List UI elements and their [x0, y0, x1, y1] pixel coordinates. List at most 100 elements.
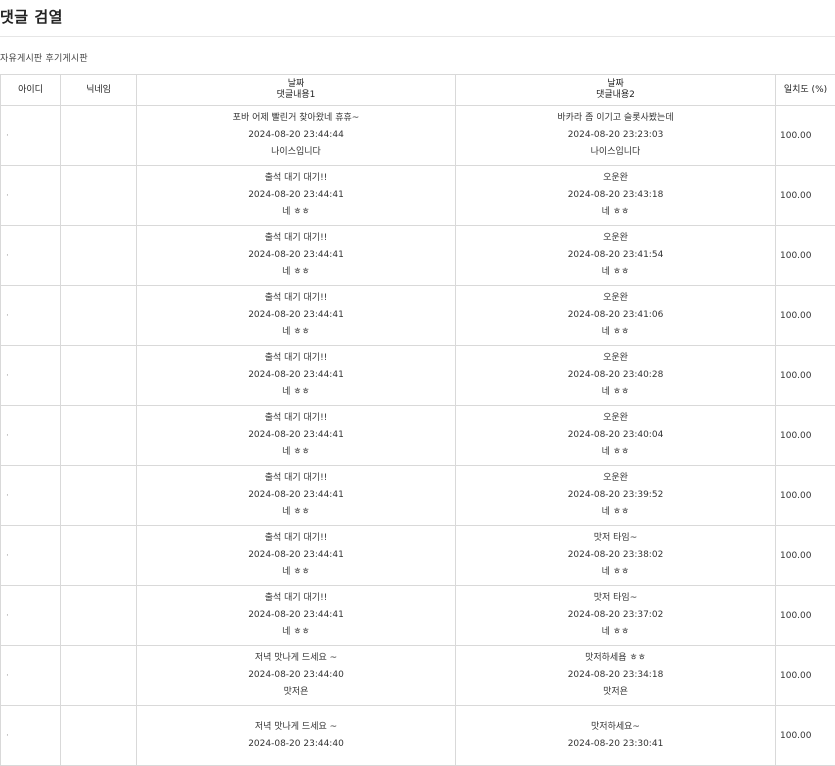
- comment2-date: 2024-08-20 23:43:18: [456, 187, 775, 204]
- row-comment2: 맛저하세욥 ㅎㅎ2024-08-20 23:34:18맛저욘: [456, 646, 776, 706]
- row-id[interactable]: ·: [1, 226, 61, 286]
- comment2-date: 2024-08-20 23:41:06: [456, 307, 775, 324]
- row-comment1: 출석 대기 대기!!2024-08-20 23:44:41네 ㅎㅎ: [137, 586, 456, 646]
- comment2-body: 네 ㅎㅎ: [456, 444, 775, 461]
- row-similarity: 100.00: [776, 646, 835, 706]
- column-header-comment1-date: 날짜: [137, 79, 455, 90]
- comment1-date: 2024-08-20 23:44:41: [137, 247, 455, 264]
- row-comment2: 바카라 좀 이기고 슬롯사봤는데2024-08-20 23:23:03나이스입니…: [456, 106, 776, 166]
- column-header-comment2-date: 날짜: [456, 79, 775, 90]
- row-nickname: [61, 406, 137, 466]
- comment1-title: 출석 대기 대기!!: [137, 470, 455, 487]
- comment2-date: 2024-08-20 23:34:18: [456, 667, 775, 684]
- row-id[interactable]: ·: [1, 646, 61, 706]
- row-similarity: 100.00: [776, 466, 835, 526]
- row-similarity: 100.00: [776, 586, 835, 646]
- comment2-body: 네 ㅎㅎ: [456, 564, 775, 581]
- row-comment2: 맛저 타임~2024-08-20 23:37:02네 ㅎㅎ: [456, 586, 776, 646]
- table-row: · 포바 어제 빨린거 찾아왔네 휴휴~2024-08-20 23:44:44나이…: [1, 106, 835, 166]
- column-header-comment2: 날짜 댓글내용2: [456, 75, 776, 106]
- row-comment1: 출석 대기 대기!!2024-08-20 23:44:41네 ㅎㅎ: [137, 466, 456, 526]
- comment1-date: 2024-08-20 23:44:40: [137, 667, 455, 684]
- comment1-title: 출석 대기 대기!!: [137, 530, 455, 547]
- comment1-date: 2024-08-20 23:44:41: [137, 187, 455, 204]
- row-nickname: [61, 286, 137, 346]
- row-nickname: [61, 106, 137, 166]
- comment2-body: 나이스입니다: [456, 144, 775, 161]
- comment1-body: 네 ㅎㅎ: [137, 204, 455, 221]
- comment1-title: 포바 어제 빨린거 찾아왔네 휴휴~: [137, 110, 455, 127]
- row-id[interactable]: ·: [1, 106, 61, 166]
- row-id[interactable]: ·: [1, 526, 61, 586]
- row-nickname: [61, 226, 137, 286]
- row-comment1: 저녁 맛나게 드세요 ~2024-08-20 23:44:40맛저욘: [137, 646, 456, 706]
- comment-review-table: 아이디 닉네임 날짜 댓글내용1 날짜 댓글내용2 일치도 (%) ·포바 어제…: [0, 74, 835, 766]
- comment1-date: 2024-08-20 23:44:41: [137, 307, 455, 324]
- row-comment2: 맛저 타임~2024-08-20 23:38:02네 ㅎㅎ: [456, 526, 776, 586]
- column-header-comment2-content: 댓글내용2: [456, 90, 775, 101]
- row-nickname: [61, 166, 137, 226]
- comment2-body: 네 ㅎㅎ: [456, 504, 775, 521]
- comment2-title: 바카라 좀 이기고 슬롯사봤는데: [456, 110, 775, 127]
- comment1-date: 2024-08-20 23:44:41: [137, 547, 455, 564]
- row-id[interactable]: ·: [1, 406, 61, 466]
- page-title: 댓글 검열: [0, 6, 63, 27]
- comment2-title: 맛저 타임~: [456, 590, 775, 607]
- row-nickname: [61, 466, 137, 526]
- comment1-date: 2024-08-20 23:44:41: [137, 427, 455, 444]
- comment2-title: 오운완: [456, 170, 775, 187]
- comment1-date: 2024-08-20 23:44:40: [137, 736, 455, 753]
- row-comment1: 저녁 맛나게 드세요 ~2024-08-20 23:44:40: [137, 706, 456, 766]
- row-comment2: 오운완2024-08-20 23:40:28네 ㅎㅎ: [456, 346, 776, 406]
- comment2-title: 맛저하세요~: [456, 719, 775, 736]
- row-id[interactable]: ·: [1, 586, 61, 646]
- comment1-body: 네 ㅎㅎ: [137, 504, 455, 521]
- comment2-title: 오운완: [456, 290, 775, 307]
- table-row: ·출석 대기 대기!!2024-08-20 23:44:41네 ㅎㅎ오운완202…: [1, 286, 835, 346]
- column-header-similarity: 일치도 (%): [776, 75, 835, 106]
- table-row: ·출석 대기 대기!!2024-08-20 23:44:41네 ㅎㅎ오운완202…: [1, 466, 835, 526]
- row-comment1: 출석 대기 대기!!2024-08-20 23:44:41네 ㅎㅎ: [137, 346, 456, 406]
- row-id[interactable]: ·: [1, 166, 61, 226]
- row-comment1: 출석 대기 대기!!2024-08-20 23:44:41네 ㅎㅎ: [137, 526, 456, 586]
- row-similarity: 100.00: [776, 706, 835, 766]
- comment2-date: 2024-08-20 23:40:04: [456, 427, 775, 444]
- row-comment2: 오운완2024-08-20 23:41:06네 ㅎㅎ: [456, 286, 776, 346]
- comment2-body: 맛저욘: [456, 684, 775, 701]
- comment2-date: 2024-08-20 23:37:02: [456, 607, 775, 624]
- row-similarity: 100.00: [776, 406, 835, 466]
- tab-free-board[interactable]: 자유게시판: [0, 54, 42, 64]
- row-comment1: 출석 대기 대기!!2024-08-20 23:44:41네 ㅎㅎ: [137, 166, 456, 226]
- comment1-body: 네 ㅎㅎ: [137, 564, 455, 581]
- comment2-date: 2024-08-20 23:23:03: [456, 127, 775, 144]
- comment2-title: 오운완: [456, 230, 775, 247]
- comment1-title: 출석 대기 대기!!: [137, 410, 455, 427]
- row-id[interactable]: ·: [1, 466, 61, 526]
- comment1-date: 2024-08-20 23:44:44: [137, 127, 455, 144]
- column-header-comment1-content: 댓글내용1: [137, 90, 455, 101]
- comment1-title: 출석 대기 대기!!: [137, 590, 455, 607]
- comment2-body: 네 ㅎㅎ: [456, 624, 775, 641]
- comment2-date: 2024-08-20 23:38:02: [456, 547, 775, 564]
- comment2-body: 네 ㅎㅎ: [456, 264, 775, 281]
- table-row: · 저녁 맛나게 드세요 ~2024-08-20 23:44:40맛저하세요~20…: [1, 706, 835, 766]
- comment2-title: 오운완: [456, 350, 775, 367]
- tab-review-board[interactable]: 후기게시판: [45, 54, 87, 64]
- comment1-date: 2024-08-20 23:44:41: [137, 367, 455, 384]
- comment1-title: 출석 대기 대기!!: [137, 230, 455, 247]
- row-comment1: 포바 어제 빨린거 찾아왔네 휴휴~2024-08-20 23:44:44나이스…: [137, 106, 456, 166]
- row-nickname: [61, 706, 137, 766]
- comment1-date: 2024-08-20 23:44:41: [137, 487, 455, 504]
- row-id[interactable]: ·: [1, 706, 61, 766]
- comment1-body: 나이스입니다: [137, 144, 455, 161]
- table-row: · 저녁 맛나게 드세요 ~2024-08-20 23:44:40맛저욘맛저하세욥…: [1, 646, 835, 706]
- row-id[interactable]: ·: [1, 346, 61, 406]
- comment1-title: 저녁 맛나게 드세요 ~: [137, 650, 455, 667]
- table-row: · 출석 대기 대기!!2024-08-20 23:44:41네 ㅎㅎ오운완202…: [1, 346, 835, 406]
- row-similarity: 100.00: [776, 106, 835, 166]
- comment1-date: 2024-08-20 23:44:41: [137, 607, 455, 624]
- row-comment2: 오운완2024-08-20 23:41:54네 ㅎㅎ: [456, 226, 776, 286]
- comment2-title: 맛저 타임~: [456, 530, 775, 547]
- row-comment2: 맛저하세요~2024-08-20 23:30:41: [456, 706, 776, 766]
- row-id[interactable]: ·: [1, 286, 61, 346]
